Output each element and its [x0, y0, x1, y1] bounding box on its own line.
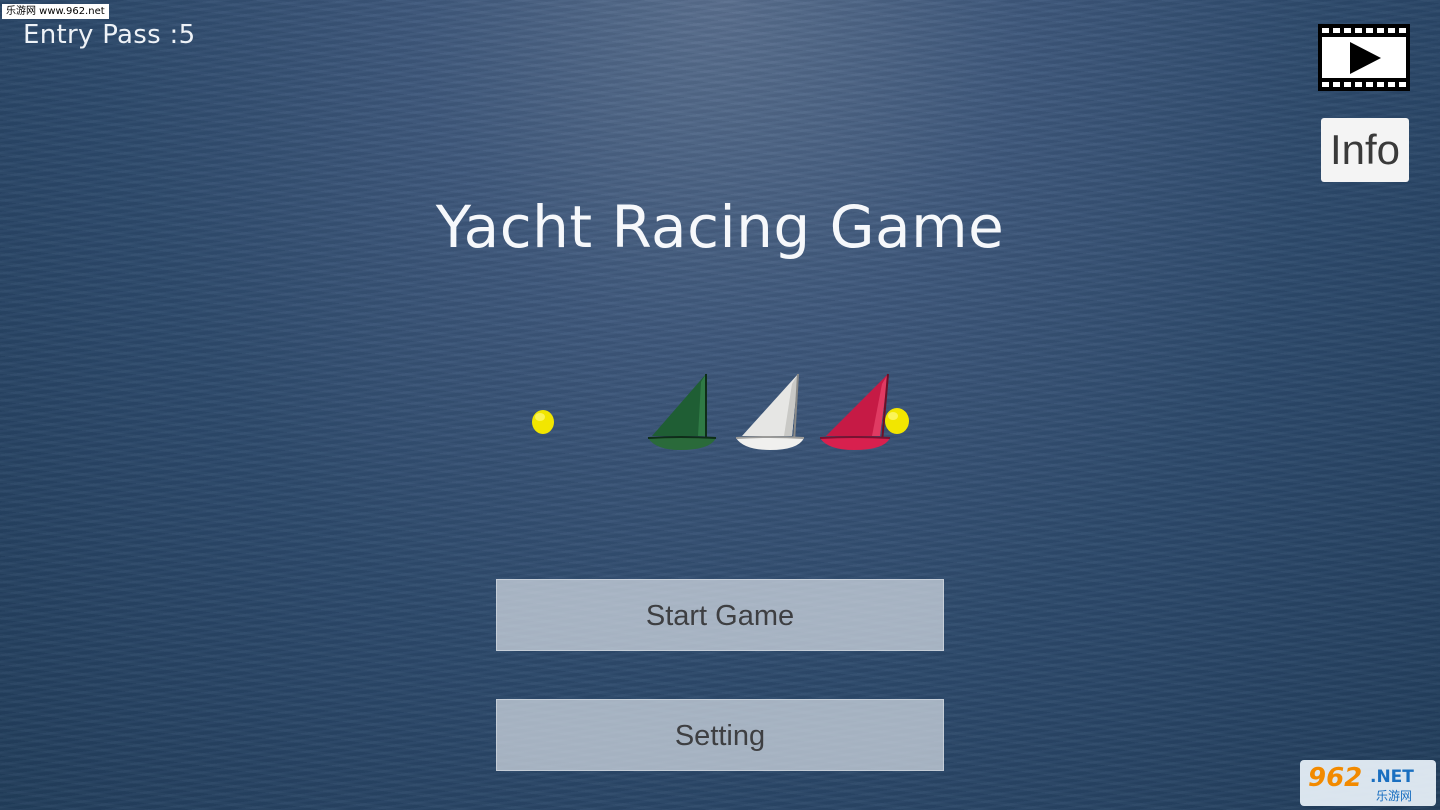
white-yacht — [735, 373, 805, 450]
boat-scene — [520, 360, 920, 460]
site-watermark: 乐游网 www.962.net — [2, 4, 109, 19]
buoy-left — [532, 410, 554, 434]
video-button[interactable] — [1318, 24, 1410, 91]
setting-button[interactable]: Setting — [496, 699, 944, 771]
logo-number: 962 — [1308, 763, 1362, 793]
entry-pass-counter: Entry Pass :5 — [23, 20, 196, 50]
film-play-icon — [1318, 24, 1410, 91]
game-title: Yacht Racing Game — [435, 193, 1005, 261]
buoy-right — [885, 408, 909, 434]
logo-chinese: 乐游网 — [1376, 789, 1412, 803]
info-button[interactable]: Info — [1321, 118, 1409, 182]
logo-suffix: .NET — [1370, 767, 1414, 787]
site-logo: 962 .NET 乐游网 — [1300, 760, 1436, 806]
start-game-button[interactable]: Start Game — [496, 579, 944, 651]
red-yacht — [819, 373, 891, 450]
green-yacht — [647, 374, 717, 450]
